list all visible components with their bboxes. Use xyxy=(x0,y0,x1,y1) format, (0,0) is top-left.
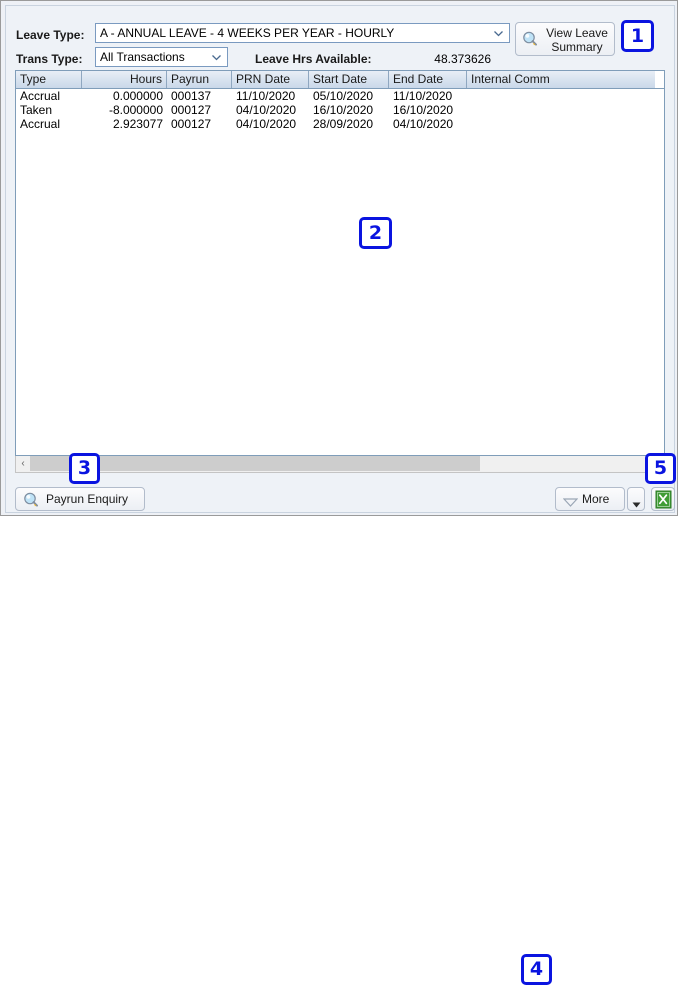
cell-hours: -8.000000 xyxy=(82,103,167,117)
header-tail-filler xyxy=(655,71,664,88)
leave-filter-form: Leave Type: A - ANNUAL LEAVE - 4 WEEKS P… xyxy=(6,6,674,68)
leave-hours-available-value: 48.373626 xyxy=(386,52,491,66)
cell-end-date: 11/10/2020 xyxy=(389,89,467,103)
excel-export-icon xyxy=(655,490,672,509)
view-leave-summary-line1: View Leave xyxy=(546,26,608,40)
column-header-start-date[interactable]: Start Date xyxy=(309,71,389,88)
trans-type-combobox[interactable]: All Transactions xyxy=(95,47,228,67)
export-to-excel-button[interactable] xyxy=(651,487,675,511)
cell-internal-comm xyxy=(467,89,655,103)
payrun-enquiry-label: Payrun Enquiry xyxy=(46,492,128,506)
main-panel: Leave Type: A - ANNUAL LEAVE - 4 WEEKS P… xyxy=(5,5,675,513)
annotation-badge-2: 2 xyxy=(359,217,392,249)
view-leave-summary-button[interactable]: View Leave Summary xyxy=(515,22,615,56)
leave-transactions-table: Type Hours Payrun PRN Date Start Date En… xyxy=(15,70,665,456)
cell-prn-date: 04/10/2020 xyxy=(232,117,309,131)
horizontal-scrollbar[interactable]: ‹ xyxy=(15,456,665,473)
cell-hours: 2.923077 xyxy=(82,117,167,131)
payrun-enquiry-button[interactable]: Payrun Enquiry xyxy=(15,487,145,511)
cell-end-date: 04/10/2020 xyxy=(389,117,467,131)
cell-type: Accrual xyxy=(16,89,82,103)
leave-hours-available-label: Leave Hrs Available: xyxy=(255,52,372,66)
scroll-left-arrow-icon[interactable]: ‹ xyxy=(16,456,30,471)
trans-type-value: All Transactions xyxy=(100,50,185,64)
cell-type: Accrual xyxy=(16,117,82,131)
column-header-type[interactable]: Type xyxy=(16,71,82,88)
table-row[interactable]: Accrual 0.000000 000137 11/10/2020 05/10… xyxy=(16,89,664,103)
cell-prn-date: 04/10/2020 xyxy=(232,103,309,117)
table-row[interactable]: Taken -8.000000 000127 04/10/2020 16/10/… xyxy=(16,103,664,117)
cell-end-date: 16/10/2020 xyxy=(389,103,467,117)
trans-type-label: Trans Type: xyxy=(16,52,82,66)
annotation-badge-1: 1 xyxy=(621,20,654,52)
leave-type-value: A - ANNUAL LEAVE - 4 WEEKS PER YEAR - HO… xyxy=(100,26,394,40)
more-dropdown-button[interactable] xyxy=(627,487,645,511)
column-header-hours[interactable]: Hours xyxy=(82,71,167,88)
caret-down-icon xyxy=(632,497,641,503)
column-header-internal-comm[interactable]: Internal Comm xyxy=(467,71,655,88)
bottom-toolbar: Payrun Enquiry More xyxy=(6,476,674,514)
cell-prn-date: 11/10/2020 xyxy=(232,89,309,103)
chevron-down-icon[interactable] xyxy=(493,28,504,39)
cell-start-date: 05/10/2020 xyxy=(309,89,389,103)
magnifier-icon xyxy=(22,491,40,509)
annotation-badge-4: 4 xyxy=(521,954,552,985)
leave-type-label: Leave Type: xyxy=(16,28,84,42)
cell-start-date: 16/10/2020 xyxy=(309,103,389,117)
cell-payrun: 000127 xyxy=(167,117,232,131)
leave-type-combobox[interactable]: A - ANNUAL LEAVE - 4 WEEKS PER YEAR - HO… xyxy=(95,23,510,43)
column-header-end-date[interactable]: End Date xyxy=(389,71,467,88)
table-row[interactable]: Accrual 2.923077 000127 04/10/2020 28/09… xyxy=(16,117,664,131)
column-header-payrun[interactable]: Payrun xyxy=(167,71,232,88)
more-button[interactable]: More xyxy=(555,487,625,511)
cell-internal-comm xyxy=(467,103,655,117)
magnifier-icon xyxy=(521,30,539,48)
table-body: Accrual 0.000000 000137 11/10/2020 05/10… xyxy=(16,89,664,131)
cell-payrun: 000127 xyxy=(167,103,232,117)
cell-internal-comm xyxy=(467,117,655,131)
column-header-prn-date[interactable]: PRN Date xyxy=(232,71,309,88)
cell-type: Taken xyxy=(16,103,82,117)
view-leave-summary-label: View Leave Summary xyxy=(542,26,612,54)
cell-hours: 0.000000 xyxy=(82,89,167,103)
view-leave-summary-line2: Summary xyxy=(551,40,602,54)
chevron-down-icon[interactable] xyxy=(211,52,222,63)
leave-enquiry-window: Leave Type: A - ANNUAL LEAVE - 4 WEEKS P… xyxy=(0,0,678,516)
triangle-down-icon xyxy=(563,496,578,505)
cell-start-date: 28/09/2020 xyxy=(309,117,389,131)
cell-payrun: 000137 xyxy=(167,89,232,103)
table-header-row: Type Hours Payrun PRN Date Start Date En… xyxy=(16,71,664,89)
more-label: More xyxy=(582,492,609,506)
